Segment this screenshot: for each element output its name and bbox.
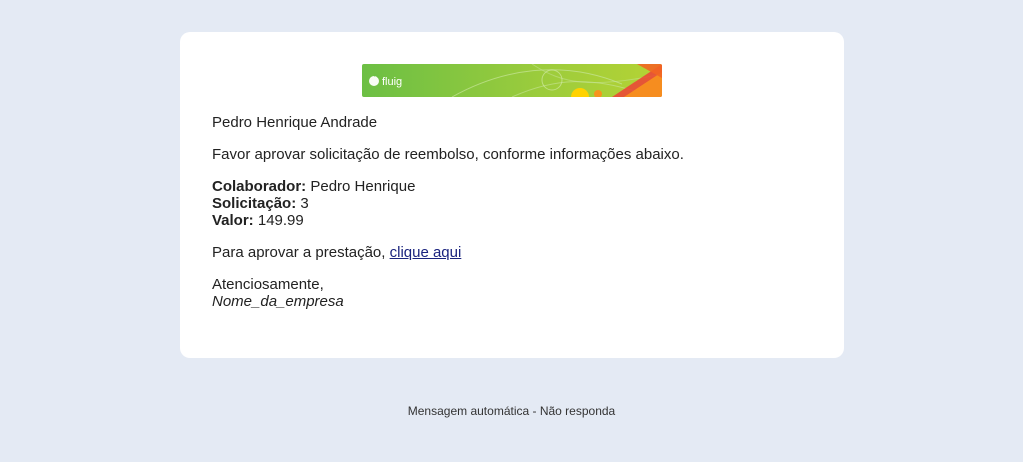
- closing-text: Atenciosamente,: [212, 276, 324, 293]
- company-name: Nome_da_empresa: [212, 293, 344, 310]
- fluig-banner: fluig: [362, 64, 662, 97]
- valor-label: Valor:: [212, 212, 254, 229]
- banner-graphic: fluig: [362, 64, 662, 97]
- email-card: fluig Pedro Henrique Andrade Favor aprov…: [180, 32, 844, 358]
- approve-line: Para aprovar a prestação, clique aqui: [212, 244, 812, 261]
- valor-row: Valor: 149.99: [212, 212, 812, 229]
- valor-value: 149.99: [257, 212, 304, 229]
- intro-text: Favor aprovar solicitação de reembolso, …: [212, 146, 684, 163]
- colaborador-label: Colaborador:: [212, 178, 307, 195]
- email-body: Pedro Henrique Andrade Favor aprovar sol…: [212, 114, 812, 310]
- solicitacao-label: Solicitação:: [212, 195, 297, 212]
- fluig-logo-text: fluig: [382, 76, 402, 88]
- recipient-name: Pedro Henrique Andrade: [212, 114, 378, 131]
- colaborador-value: Pedro Henrique: [310, 178, 416, 195]
- solicitacao-row: Solicitação: 3: [212, 195, 812, 212]
- solicitacao-value: 3: [300, 195, 309, 212]
- colaborador-row: Colaborador: Pedro Henrique: [212, 178, 812, 195]
- details-block: Colaborador: Pedro Henrique Solicitação:…: [212, 178, 812, 229]
- approve-link[interactable]: clique aqui: [390, 244, 462, 261]
- approve-prefix: Para aprovar a prestação,: [212, 244, 386, 261]
- signoff-block: Atenciosamente, Nome_da_empresa: [212, 276, 812, 310]
- footer-notice: Mensagem automática - Não responda: [407, 404, 616, 418]
